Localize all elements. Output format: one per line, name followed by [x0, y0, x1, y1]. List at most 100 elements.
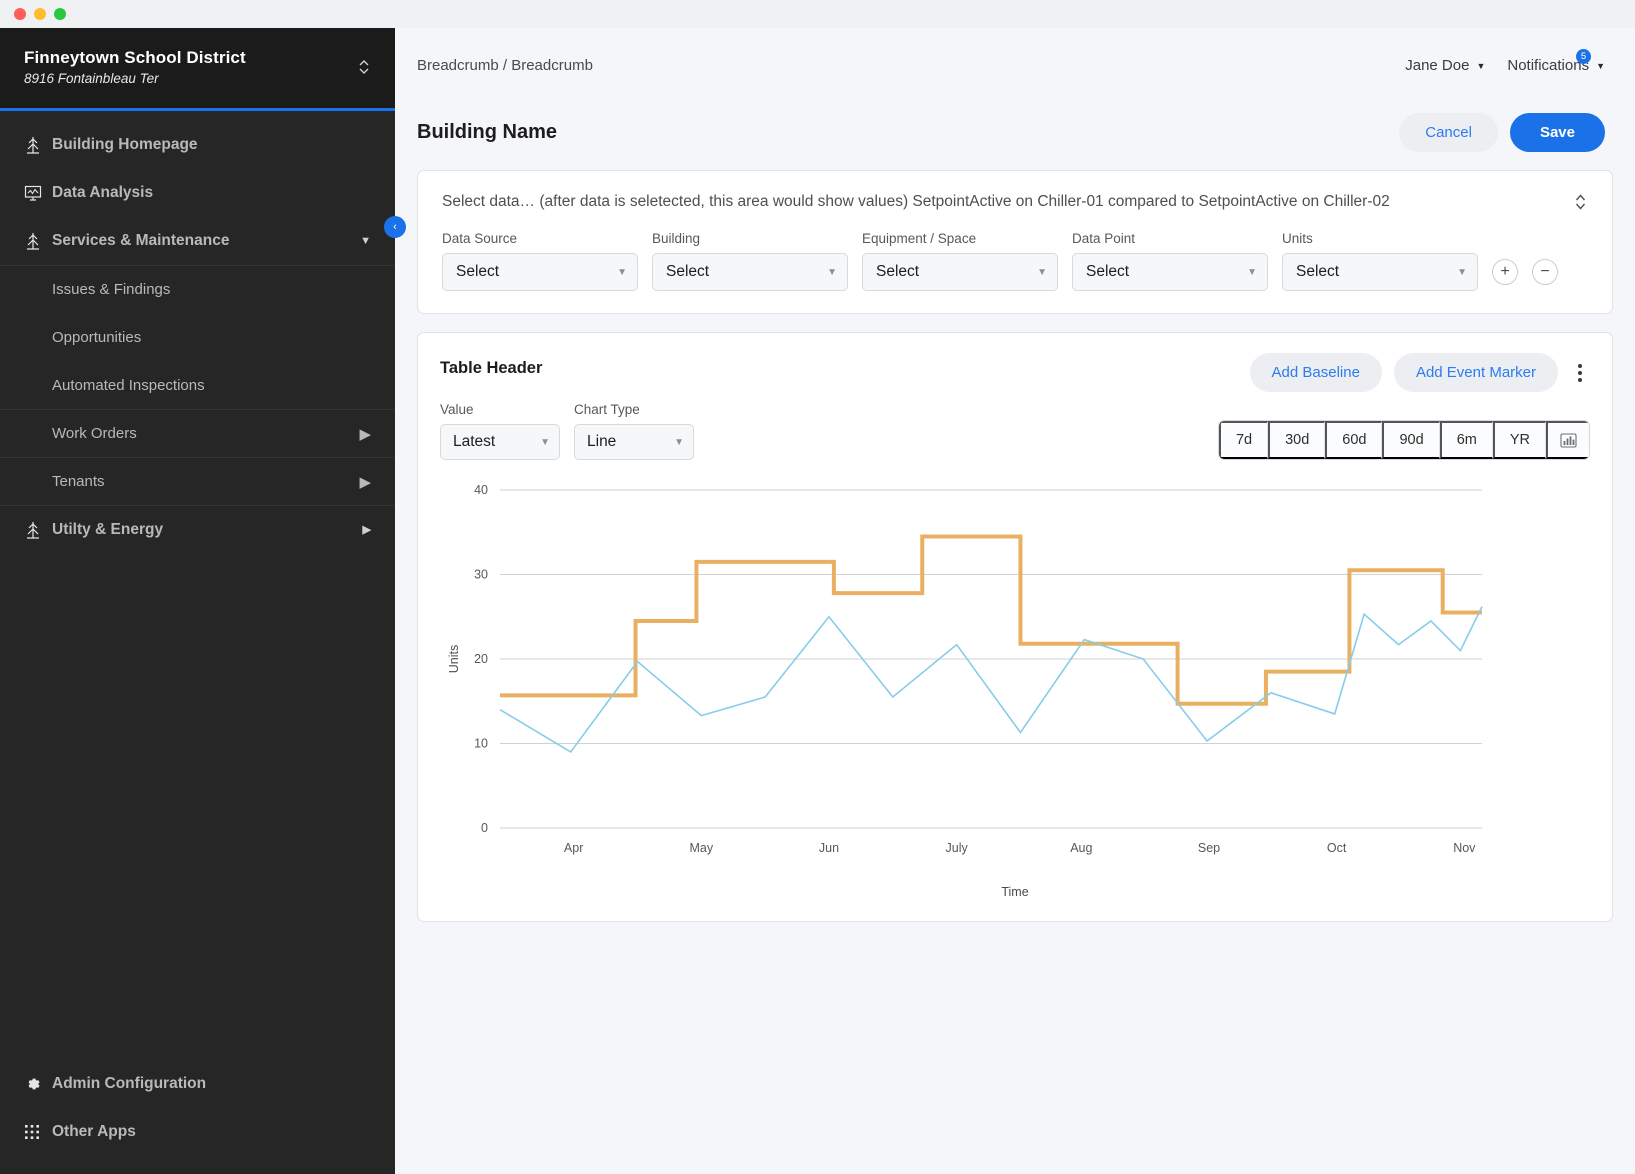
svg-text:Units: Units	[447, 645, 461, 673]
data-source-select[interactable]: Select ▼	[442, 253, 638, 291]
select-value: Select	[456, 263, 500, 280]
add-baseline-button[interactable]: Add Baseline	[1249, 353, 1382, 392]
sidebar-item-label: Automated Inspections	[52, 376, 205, 394]
svg-text:Nov: Nov	[1453, 841, 1476, 855]
field-label: Data Point	[1072, 231, 1136, 246]
field-label: Value	[440, 402, 474, 417]
sidebar-item-building-homepage[interactable]: Building Homepage	[0, 121, 395, 169]
notifications-menu[interactable]: Notifications 5 ▼	[1507, 49, 1605, 74]
chevron-right-icon: ▶	[359, 425, 371, 443]
equipment-space-select[interactable]: Select ▼	[862, 253, 1058, 291]
chart-card-actions: Add Baseline Add Event Marker	[1249, 353, 1590, 392]
window-minimize-button[interactable]	[34, 8, 46, 20]
chevron-down-icon: ▼	[1247, 266, 1257, 278]
svg-text:May: May	[689, 841, 713, 855]
sidebar-item-data-analysis[interactable]: Data Analysis	[0, 169, 395, 217]
field-label: Units	[1282, 231, 1313, 246]
sidebar-item-label: Data Analysis	[52, 184, 154, 201]
breadcrumb[interactable]: Breadcrumb / Breadcrumb	[417, 57, 593, 74]
chart-controls-left: Value Latest ▼ Chart Type Line ▼	[440, 402, 694, 460]
user-menu[interactable]: Jane Doe ▼	[1405, 57, 1485, 74]
sidebar-item-label: Issues & Findings	[52, 281, 171, 298]
chart-plot-area: 0 10 20 30 40 Units Apr May Jun July Aug Sep Oct Nov …	[418, 460, 1612, 921]
data-selector-filters: Data Source Select ▼ Building Select ▼ E…	[418, 231, 1612, 313]
updown-chevron-icon[interactable]	[357, 57, 371, 77]
building-icon	[24, 136, 52, 154]
org-switcher[interactable]: Finneytown School District 8916 Fontainb…	[0, 28, 395, 111]
updown-chevron-icon[interactable]	[1573, 191, 1588, 213]
sidebar-item-work-orders[interactable]: Work Orders ▶	[0, 409, 395, 457]
sidebar-item-label: Utilty & Energy	[52, 520, 164, 538]
sidebar-item-opportunities[interactable]: Opportunities	[0, 313, 395, 361]
cancel-button[interactable]: Cancel	[1399, 113, 1498, 152]
sidebar-item-automated-inspections[interactable]: Automated Inspections	[0, 361, 395, 409]
more-vertical-icon[interactable]	[1570, 360, 1590, 386]
select-value: Latest	[453, 433, 496, 450]
field-value: Value Latest ▼	[440, 402, 560, 460]
window-titlebar	[0, 0, 1635, 28]
window-close-button[interactable]	[14, 8, 26, 20]
chevron-down-icon: ▼	[360, 235, 371, 247]
org-address: 8916 Fontainbleau Ter	[24, 71, 159, 86]
user-name: Jane Doe	[1405, 57, 1470, 74]
building-select[interactable]: Select ▼	[652, 253, 848, 291]
add-event-marker-button[interactable]: Add Event Marker	[1393, 353, 1558, 392]
sidebar-item-issues-findings[interactable]: Issues & Findings	[0, 265, 395, 313]
sidebar-item-services-maintenance[interactable]: Services & Maintenance ▼	[0, 217, 395, 265]
sidebar-item-label: Work Orders	[52, 425, 137, 442]
range-60d-button[interactable]: 60d	[1325, 421, 1383, 459]
sidebar-item-label: Other Apps	[52, 1123, 136, 1140]
svg-text:Aug: Aug	[1070, 841, 1092, 855]
chevron-down-icon: ▼	[827, 266, 837, 278]
field-label: Data Source	[442, 231, 518, 246]
sidebar: Finneytown School District 8916 Fontainb…	[0, 28, 406, 1174]
main-content: Breadcrumb / Breadcrumb Jane Doe ▼ Notif…	[395, 28, 1635, 1174]
chart-card-title: Table Header	[440, 359, 543, 377]
page-title: Building Name	[417, 121, 558, 143]
select-value: Line	[587, 433, 617, 450]
chevron-right-icon: ▶	[359, 473, 371, 491]
sidebar-item-label: Building Homepage	[52, 136, 198, 153]
bar-chart-icon[interactable]	[1546, 421, 1589, 459]
svg-text:Apr: Apr	[564, 841, 583, 855]
save-button[interactable]: Save	[1509, 113, 1605, 152]
org-name: Finneytown School District	[24, 48, 246, 67]
sidebar-item-utility-energy[interactable]: Utilty & Energy ▶	[0, 505, 395, 553]
range-yr-button[interactable]: YR	[1492, 421, 1546, 459]
range-30d-button[interactable]: 30d	[1268, 421, 1326, 459]
data-selector-summary-row: Select data… (after data is seletected, …	[418, 171, 1612, 231]
page-actions: Cancel Save	[1399, 113, 1605, 152]
sidebar-item-label: Admin Configuration	[52, 1075, 207, 1092]
units-select[interactable]: Select ▼	[1282, 253, 1478, 291]
remove-row-button[interactable]: −	[1532, 259, 1558, 285]
range-6m-button[interactable]: 6m	[1439, 421, 1493, 459]
sidebar-item-other-apps[interactable]: Other Apps	[0, 1108, 395, 1156]
field-data-source: Data Source Select ▼	[442, 231, 638, 291]
range-7d-button[interactable]: 7d	[1218, 421, 1269, 459]
x-axis-title: Time	[1001, 885, 1029, 899]
select-value: Select	[1296, 263, 1340, 280]
topbar: Breadcrumb / Breadcrumb Jane Doe ▼ Notif…	[395, 28, 1635, 103]
field-label: Equipment / Space	[862, 231, 977, 246]
value-select[interactable]: Latest ▼	[440, 424, 560, 460]
chevron-down-icon: ▼	[540, 436, 550, 448]
field-units: Units Select ▼	[1282, 231, 1478, 291]
svg-text:20: 20	[474, 652, 488, 666]
field-label: Chart Type	[574, 402, 640, 417]
svg-text:Sep: Sep	[1198, 841, 1220, 855]
window-maximize-button[interactable]	[54, 8, 66, 20]
field-equipment-space: Equipment / Space Select ▼	[862, 231, 1058, 291]
chart-controls: Value Latest ▼ Chart Type Line ▼ 7d 30d …	[418, 392, 1612, 460]
sidebar-bottom-nav: Admin Configuration Other Apps	[0, 1060, 395, 1174]
sidebar-item-admin-configuration[interactable]: Admin Configuration	[0, 1060, 395, 1108]
data-selector-card: Select data… (after data is seletected, …	[417, 170, 1613, 314]
building-icon	[24, 521, 52, 539]
sidebar-item-tenants[interactable]: Tenants ▶	[0, 457, 395, 505]
field-building: Building Select ▼	[652, 231, 848, 291]
range-90d-button[interactable]: 90d	[1382, 421, 1440, 459]
select-value: Select	[666, 263, 710, 280]
collapse-left-icon[interactable]: ‹	[384, 216, 406, 238]
data-point-select[interactable]: Select ▼	[1072, 253, 1268, 291]
chart-type-select[interactable]: Line ▼	[574, 424, 694, 460]
add-row-button[interactable]: +	[1492, 259, 1518, 285]
